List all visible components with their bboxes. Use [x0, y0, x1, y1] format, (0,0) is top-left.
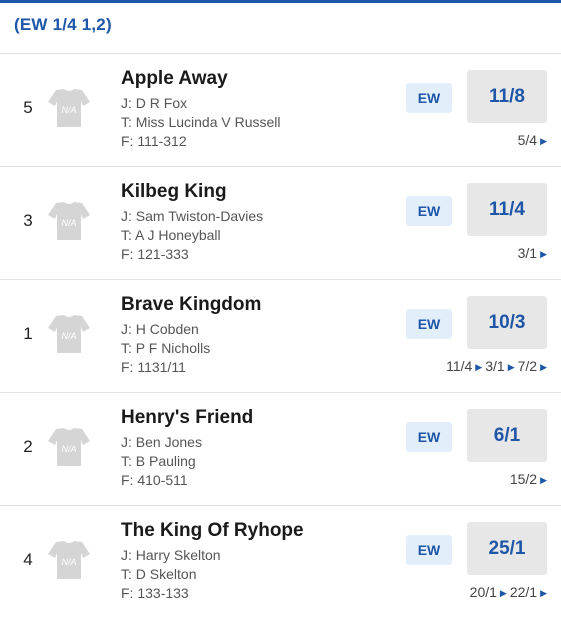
- each-way-terms: (EW 1/4 1,2): [14, 15, 112, 34]
- form-figures: F: 121-333: [121, 246, 189, 262]
- each-way-badge[interactable]: EW: [406, 422, 452, 452]
- horse-name: Brave Kingdom: [121, 294, 262, 315]
- previous-odds-value: 22/1: [509, 584, 538, 600]
- trainer-name: T: Miss Lucinda V Russell: [121, 114, 281, 130]
- runner-info: The King Of Ryhope J: Harry Skelton T: D…: [121, 519, 304, 603]
- runner-list: 5 N/A Apple Away J: D R Fox T: Miss Luci…: [0, 54, 561, 619]
- previous-odds: 3/1 ▶: [518, 245, 547, 261]
- trainer-name: T: P F Nicholls: [121, 340, 211, 356]
- runner-info: Henry's Friend J: Ben Jones T: B Pauling…: [121, 406, 253, 490]
- play-arrow-icon: ▶: [540, 249, 547, 259]
- odds-button[interactable]: 25/1: [467, 522, 547, 575]
- jockey-name: J: D R Fox: [121, 95, 188, 111]
- play-arrow-icon: ▶: [540, 475, 547, 485]
- each-way-badge[interactable]: EW: [406, 309, 452, 339]
- each-way-badge[interactable]: EW: [406, 196, 452, 226]
- runner-row: 3 N/A Kilbeg King J: Sam Twiston-Davies …: [0, 167, 561, 280]
- silk-label: N/A: [61, 557, 76, 567]
- horse-name: The King Of Ryhope: [121, 520, 304, 541]
- play-arrow-icon: ▶: [540, 362, 547, 372]
- play-arrow-icon: ▶: [540, 136, 547, 146]
- previous-odds: 11/4 ▶ 3/1 ▶ 7/2 ▶: [446, 358, 547, 374]
- runner-info: Kilbeg King J: Sam Twiston-Davies T: A J…: [121, 180, 263, 264]
- jockey-silk-placeholder-icon: N/A: [48, 315, 90, 353]
- jockey-name: J: H Cobden: [121, 321, 199, 337]
- horse-name: Kilbeg King: [121, 181, 227, 202]
- trainer-name: T: D Skelton: [121, 566, 197, 582]
- previous-odds-value: 3/1: [485, 358, 505, 374]
- previous-odds: 20/1 ▶ 22/1 ▶: [470, 584, 547, 600]
- previous-odds-value: 20/1: [469, 584, 497, 600]
- jockey-silk-placeholder-icon: N/A: [48, 89, 90, 127]
- jockey-name: J: Harry Skelton: [121, 547, 221, 563]
- each-way-terms-row: (EW 1/4 1,2): [0, 3, 561, 54]
- play-arrow-icon: ▶: [540, 588, 547, 598]
- previous-odds-value: 7/2: [517, 358, 538, 374]
- play-arrow-icon: ▶: [507, 362, 515, 372]
- previous-odds-value: 15/2: [509, 471, 538, 487]
- odds-button[interactable]: 11/8: [467, 70, 547, 123]
- runner-row: 5 N/A Apple Away J: D R Fox T: Miss Luci…: [0, 54, 561, 167]
- previous-odds: 5/4 ▶: [518, 132, 547, 148]
- runner-row: 4 N/A The King Of Ryhope J: Harry Skelto…: [0, 506, 561, 619]
- form-figures: F: 133-133: [121, 585, 189, 601]
- previous-odds-value: 3/1: [517, 245, 538, 261]
- odds-button[interactable]: 11/4: [467, 183, 547, 236]
- runner-info: Brave Kingdom J: H Cobden T: P F Nicholl…: [121, 293, 261, 377]
- runner-row: 1 N/A Brave Kingdom J: H Cobden T: P F N…: [0, 280, 561, 393]
- jockey-name: J: Sam Twiston-Davies: [121, 208, 264, 224]
- jockey-silk-placeholder-icon: N/A: [48, 428, 90, 466]
- each-way-badge[interactable]: EW: [406, 535, 452, 565]
- runner-info: Apple Away J: D R Fox T: Miss Lucinda V …: [121, 67, 281, 151]
- jockey-name: J: Ben Jones: [121, 434, 202, 450]
- horse-name: Apple Away: [121, 68, 228, 89]
- form-figures: F: 410-511: [121, 472, 188, 488]
- runner-number: 1: [23, 324, 33, 343]
- form-figures: F: 111-312: [121, 133, 187, 149]
- silk-label: N/A: [61, 218, 76, 228]
- silk-label: N/A: [61, 105, 76, 115]
- previous-odds-value: 5/4: [517, 132, 538, 148]
- jockey-silk-placeholder-icon: N/A: [48, 202, 90, 240]
- form-figures: F: 1131/11: [121, 359, 186, 375]
- previous-odds: 15/2 ▶: [510, 471, 547, 487]
- runner-number: 2: [23, 437, 33, 456]
- runner-number: 3: [23, 211, 33, 230]
- trainer-name: T: A J Honeyball: [121, 227, 221, 243]
- runner-number: 5: [23, 98, 33, 117]
- play-arrow-icon: ▶: [475, 362, 483, 372]
- trainer-name: T: B Pauling: [121, 453, 196, 469]
- silk-label: N/A: [61, 444, 76, 454]
- each-way-badge[interactable]: EW: [406, 83, 452, 113]
- runner-row: 2 N/A Henry's Friend J: Ben Jones T: B P…: [0, 393, 561, 506]
- previous-odds-value: 11/4: [446, 358, 473, 374]
- play-arrow-icon: ▶: [499, 588, 507, 598]
- odds-button[interactable]: 10/3: [467, 296, 547, 349]
- silk-label: N/A: [61, 331, 76, 341]
- runner-number: 4: [23, 550, 33, 569]
- jockey-silk-placeholder-icon: N/A: [48, 541, 90, 579]
- odds-button[interactable]: 6/1: [467, 409, 547, 462]
- horse-name: Henry's Friend: [121, 407, 254, 428]
